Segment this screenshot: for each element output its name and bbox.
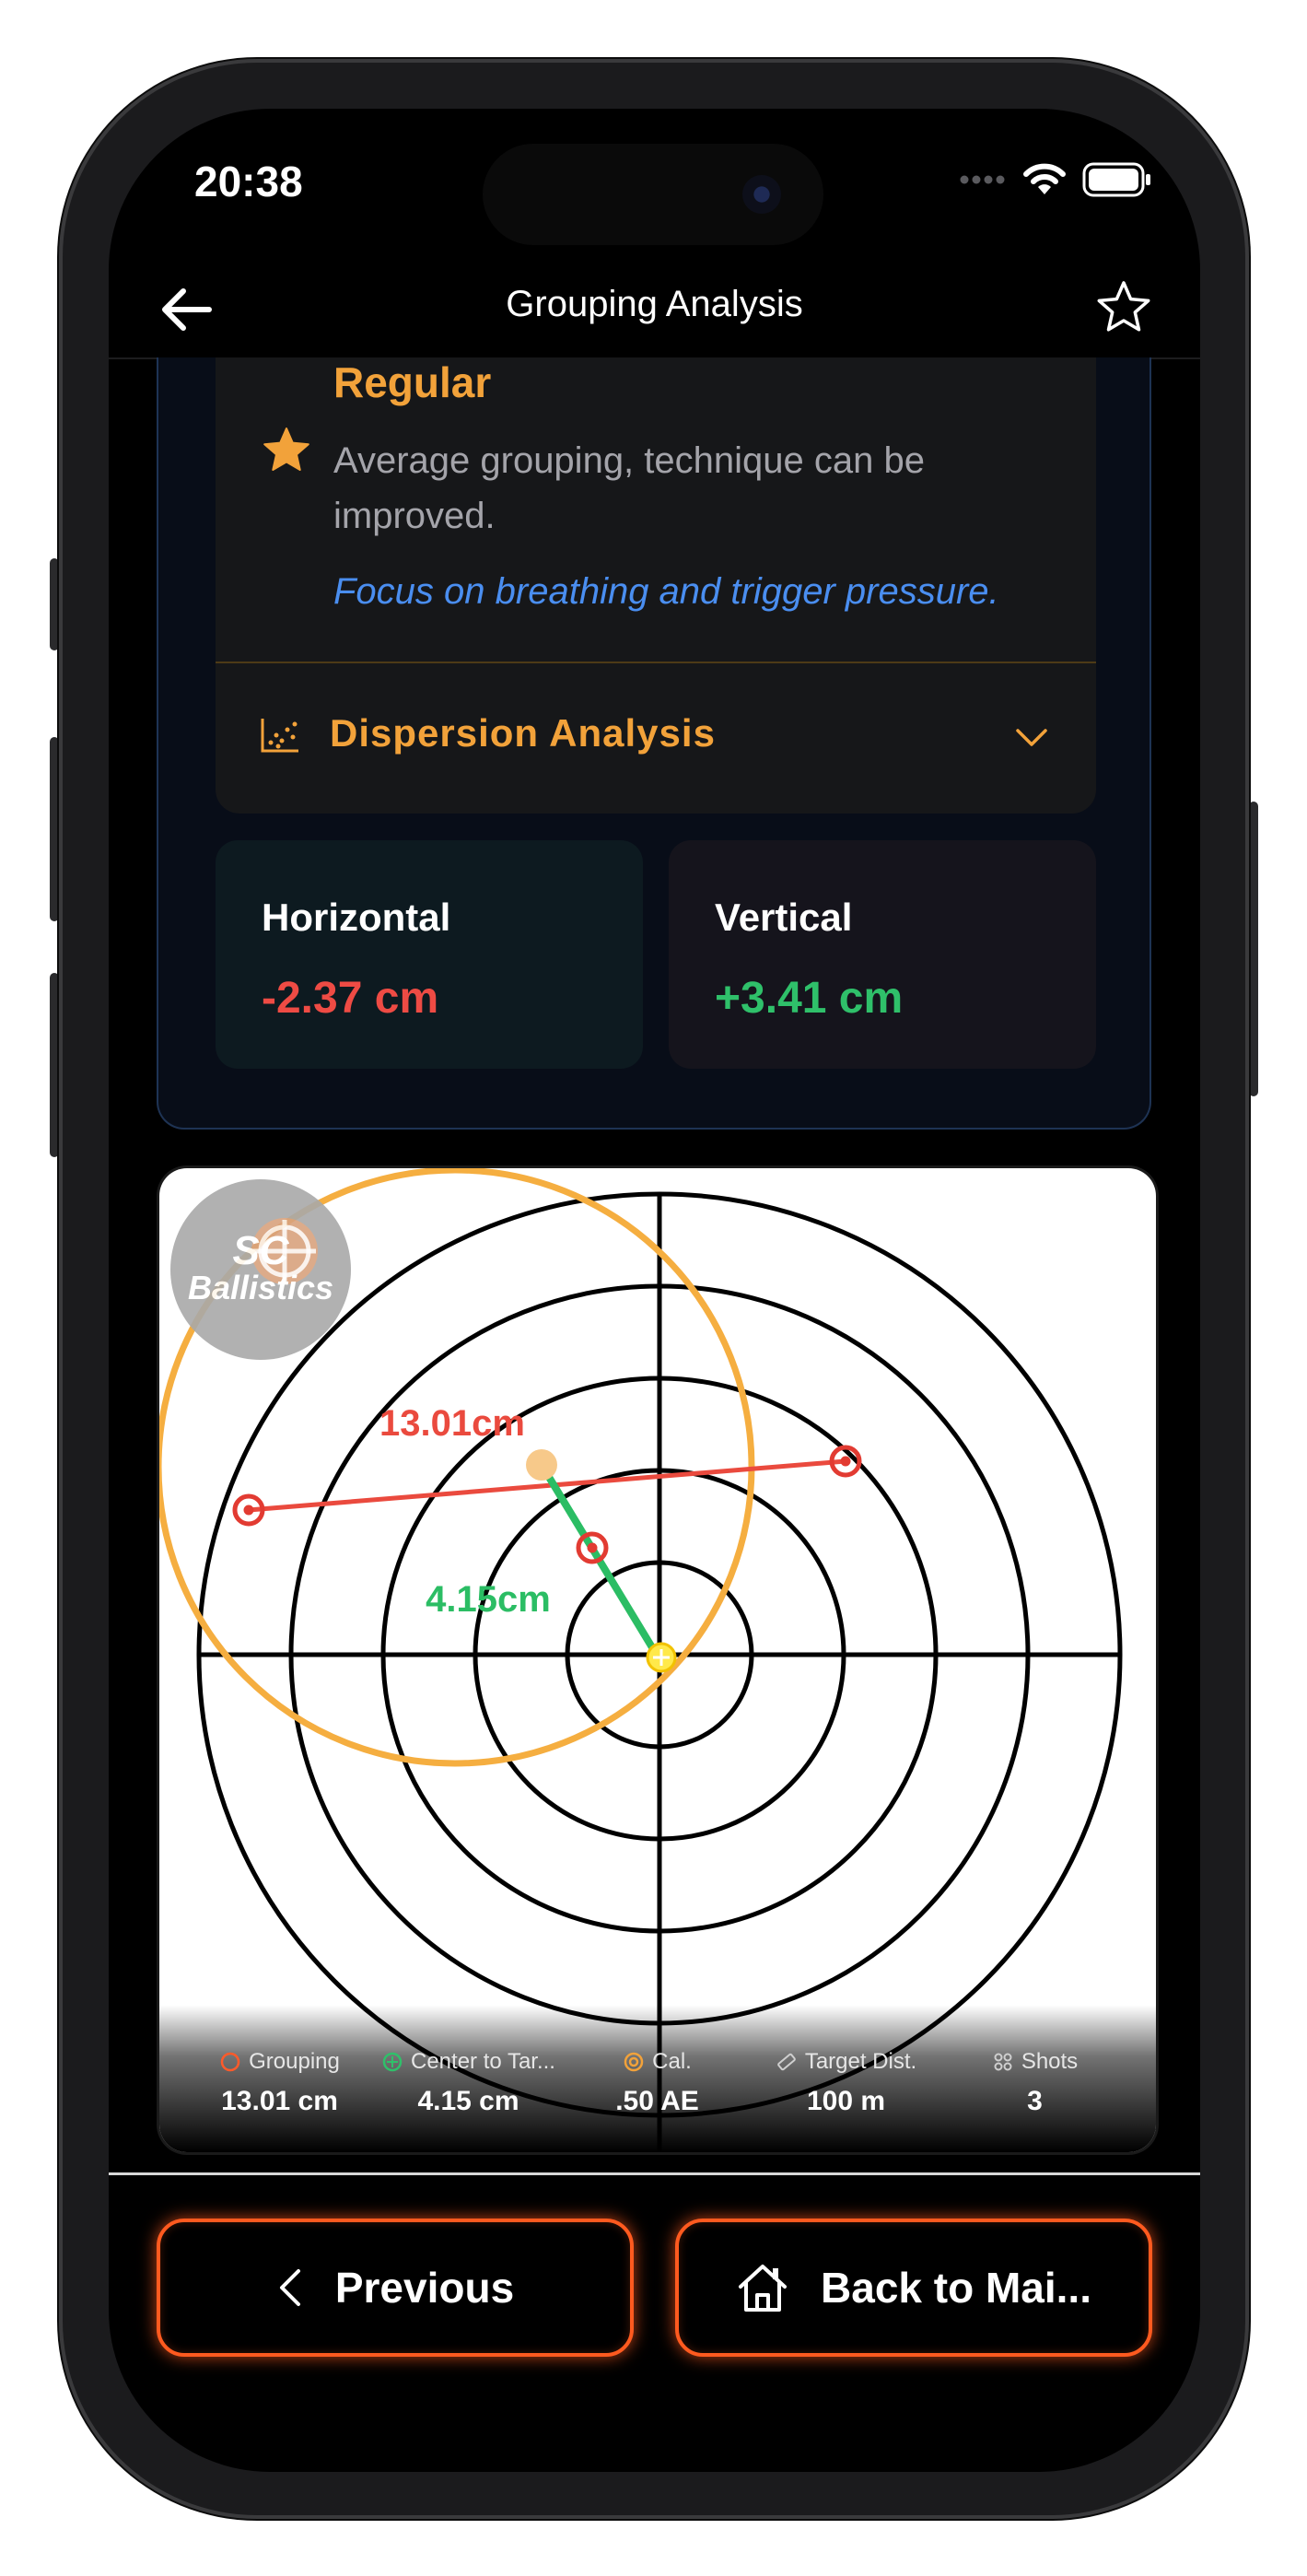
- legend-center-to-target: Center to Tar... 4.15 cm: [374, 2049, 563, 2117]
- target-view[interactable]: 13.01cm 4.15cm SC Ballistics Grouping 13…: [159, 1168, 1156, 2152]
- horizontal-stat: Horizontal -2.37 cm: [216, 840, 643, 1069]
- back-to-main-label: Back to Mai...: [821, 2264, 1091, 2312]
- rating-description: Average grouping, technique can be impro…: [333, 440, 925, 536]
- home-icon: [739, 2265, 788, 2312]
- legend-value: 4.15 cm: [417, 2086, 519, 2116]
- legend-shots: Shots 3: [940, 2049, 1129, 2117]
- legend-target-distance: Target Dist. 100 m: [752, 2049, 940, 2117]
- power-button: [1249, 802, 1258, 1096]
- analysis-panel: Regular Average grouping, technique can …: [157, 357, 1151, 1130]
- rating-card: Regular Average grouping, technique can …: [216, 357, 1096, 814]
- vertical-stat: Vertical +3.41 cm: [669, 840, 1096, 1069]
- legend-value: 3: [1027, 2086, 1043, 2116]
- action-button: [50, 558, 59, 650]
- horizontal-value: -2.37 cm: [262, 974, 439, 1023]
- legend-label: Cal.: [652, 2049, 692, 2074]
- phone-screen: 20:38 Grouping Analysis Regular Average …: [109, 109, 1200, 2472]
- sc-ballistics-logo: SC Ballistics: [170, 1179, 351, 1360]
- group-size-label: 13.01cm: [379, 1403, 525, 1444]
- wifi-icon: [1023, 163, 1066, 194]
- camera-icon: [742, 175, 781, 214]
- scatter-chart-icon: [261, 719, 298, 753]
- rating-level: Regular: [333, 358, 492, 406]
- logo-line-2: Ballistics: [187, 1269, 334, 1306]
- dynamic-island: [483, 144, 823, 245]
- bullseye-icon: [624, 2052, 644, 2072]
- legend-value: 100 m: [806, 2086, 886, 2116]
- signal-dots-icon: [960, 175, 1005, 184]
- group-center-point: [526, 1449, 557, 1481]
- chevron-left-icon: [279, 2269, 300, 2306]
- legend-label: Shots: [1021, 2049, 1079, 2074]
- legend-label: Center to Tar...: [411, 2049, 555, 2074]
- legend-value: .50 AE: [615, 2086, 699, 2116]
- previous-button[interactable]: Previous: [157, 2219, 634, 2357]
- ruler-icon: [776, 2053, 796, 2071]
- vertical-label: Vertical: [715, 896, 853, 939]
- center-distance-label: 4.15cm: [426, 1579, 551, 1620]
- vertical-value: +3.41 cm: [715, 974, 904, 1023]
- nav-bar: Grouping Analysis: [109, 256, 1200, 359]
- status-icons: [959, 162, 1152, 197]
- back-to-main-button[interactable]: Back to Mai...: [675, 2219, 1152, 2357]
- logo-line-1: SC: [232, 1228, 289, 1273]
- chevron-down-icon: [1016, 729, 1047, 746]
- legend-label: Grouping: [249, 2049, 340, 2074]
- legend-grouping: Grouping 13.01 cm: [185, 2049, 374, 2117]
- dispersion-analysis-label: Dispersion Analysis: [330, 711, 716, 755]
- legend-caliber: Cal. .50 AE: [563, 2049, 752, 2117]
- battery-icon: [1082, 162, 1150, 197]
- status-time: 20:38: [194, 158, 303, 205]
- target-legend: Grouping 13.01 cm Center to Tar... 4.15 …: [159, 2005, 1156, 2152]
- horizontal-label: Horizontal: [262, 896, 451, 939]
- target-center-marker: [646, 1642, 677, 1673]
- legend-value: 13.01 cm: [221, 2086, 338, 2116]
- rating-tip: Focus on breathing and trigger pressure.: [333, 571, 999, 612]
- shot-marker: [576, 1531, 609, 1564]
- page-title: Grouping Analysis: [506, 284, 803, 324]
- ring-icon: [220, 2052, 240, 2072]
- legend-label: Target Dist.: [804, 2049, 917, 2074]
- volume-down-button: [50, 973, 59, 1157]
- volume-up-button: [50, 737, 59, 921]
- grid-dots-icon: [994, 2053, 1012, 2071]
- logo-text: SC Ballistics: [170, 1231, 351, 1306]
- crosshair-icon: [382, 2052, 403, 2072]
- star-icon: [263, 427, 309, 471]
- previous-label: Previous: [334, 2264, 515, 2312]
- dispersion-analysis-toggle[interactable]: Dispersion Analysis: [216, 663, 1096, 813]
- divider: [109, 2172, 1200, 2175]
- favorite-star-icon[interactable]: [1095, 278, 1152, 335]
